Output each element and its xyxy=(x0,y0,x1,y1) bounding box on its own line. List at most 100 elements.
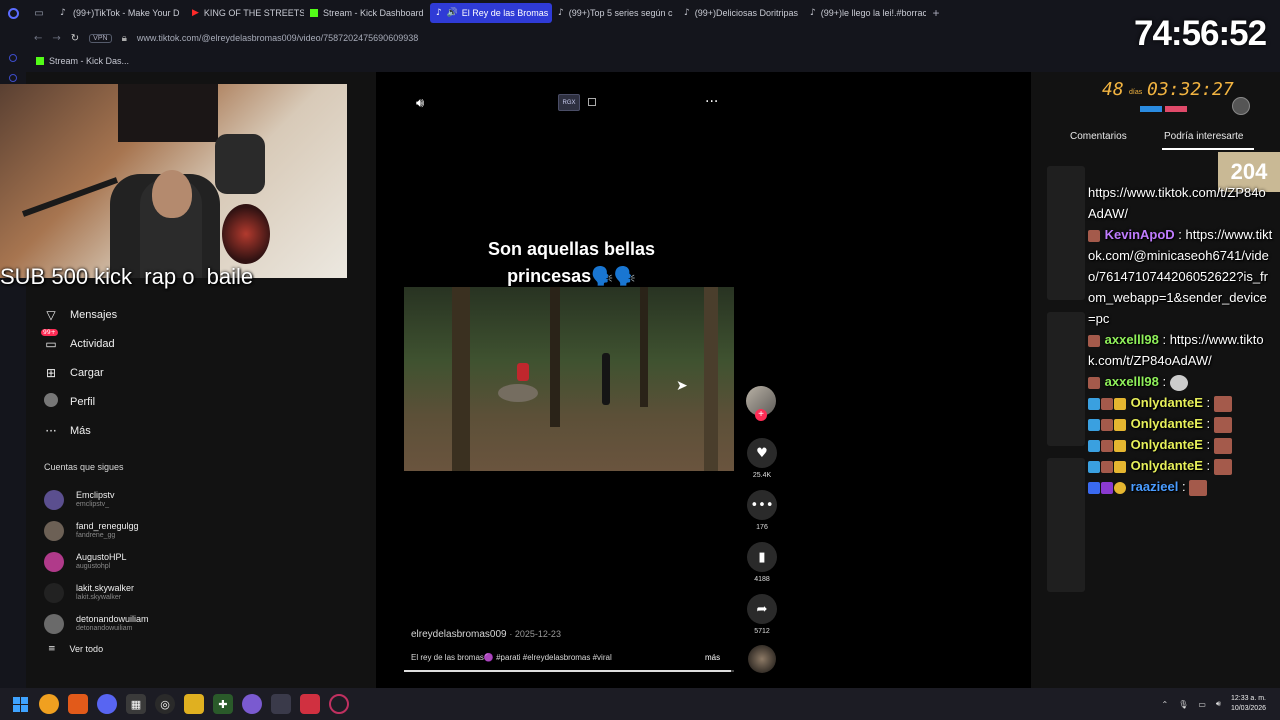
browser-tab[interactable]: ♪ (99+)Deliciosas Doritripas xyxy=(678,3,804,23)
opera-icon[interactable] xyxy=(329,694,349,714)
app-icon[interactable] xyxy=(39,694,59,714)
rock xyxy=(498,384,538,402)
follow-plus-icon[interactable]: + xyxy=(755,409,767,421)
rgx-extension-button[interactable]: RGX xyxy=(558,94,580,111)
sidebar-app-icon[interactable] xyxy=(9,54,17,62)
app-icon[interactable] xyxy=(242,694,262,714)
person-red xyxy=(517,363,529,381)
app-icon[interactable] xyxy=(300,694,320,714)
chat-message: https://www.tiktok.com/t/ZP84oAdAW/ xyxy=(1088,185,1266,221)
tree xyxy=(640,287,648,407)
comment-button[interactable]: ••• 176 xyxy=(746,490,778,531)
crown-icon xyxy=(1114,418,1126,431)
video-progress-bar[interactable] xyxy=(404,670,734,672)
emote-icon xyxy=(1213,416,1232,433)
avatar[interactable] xyxy=(1232,97,1250,115)
creator-avatar[interactable]: + xyxy=(746,386,776,421)
post-date: 2025-12-23 xyxy=(514,629,561,639)
webcam-overlay xyxy=(0,84,347,278)
browser-tab[interactable]: ♪ (99+)le llego la lei!.#borrac xyxy=(804,3,926,23)
browser-tab[interactable]: Stream - Kick Dashboard xyxy=(304,3,430,23)
author-name[interactable]: elreydelasbromas009 xyxy=(411,629,507,640)
browser-tab-active[interactable]: ♪ 🔊 El Rey de las Bromas xyxy=(430,3,552,23)
sidebar-item-mensajes[interactable]: ▽ Mensajes xyxy=(44,300,117,329)
app-icon[interactable] xyxy=(271,694,291,714)
following-item[interactable]: detonandowuiliam detonandowuiliam xyxy=(44,608,149,639)
tab-podria-interesarte[interactable]: Podría interesarte xyxy=(1164,131,1244,142)
bookmark-item[interactable]: Stream - Kick Das... xyxy=(49,56,129,66)
streamer-head xyxy=(152,170,192,218)
browser-tab[interactable]: ▶KING OF THE STREETS: W xyxy=(186,3,304,23)
sidebar-app-icon[interactable] xyxy=(9,74,17,82)
badge-icon xyxy=(1088,439,1100,452)
backpack xyxy=(215,134,265,194)
video-description: El rey de las bromas🟣 #parati #elreydela… xyxy=(411,653,612,662)
more-description-link[interactable]: más xyxy=(705,653,720,662)
gamepad-icon[interactable]: ✚ xyxy=(213,694,233,714)
windows-start-icon[interactable] xyxy=(10,694,30,714)
folder-icon[interactable] xyxy=(184,694,204,714)
like-button[interactable]: ♥ 25.4K xyxy=(746,438,778,479)
microphone-icon[interactable]: 🎙︎ xyxy=(1178,700,1188,709)
tiktok-icon: ♪ xyxy=(558,8,564,18)
following-item[interactable]: AugustoHPL augustohpl xyxy=(44,546,149,577)
wall-poster xyxy=(118,84,218,142)
following-item[interactable]: fand_renegulgg fandrene_gg xyxy=(44,515,149,546)
chat-message: OnlydanteE : xyxy=(1088,434,1273,455)
suggested-thumbnail[interactable] xyxy=(1047,166,1085,300)
browser-logo-icon[interactable] xyxy=(0,0,26,26)
bookmark-icon: ▮ xyxy=(747,542,777,572)
more-options-icon[interactable]: ··· xyxy=(705,94,718,110)
tab-comentarios[interactable]: Comentarios xyxy=(1070,131,1127,142)
url-field[interactable]: www.tiktok.com/@elreydelasbromas009/vide… xyxy=(137,33,418,43)
speaker-icon[interactable]: 🔊︎ xyxy=(1216,699,1221,709)
system-tray: ⌃ 🎙︎ ▭ 🔊︎ 12:33 a. m. 10/03/2026 xyxy=(1161,688,1266,720)
avatar xyxy=(44,613,64,634)
tab-overview-icon[interactable]: ▭ xyxy=(26,0,52,26)
chat-message: KevinApoD : https://www.tiktok.com/@mini… xyxy=(1088,227,1273,326)
coin-icon xyxy=(1114,481,1126,494)
kick-icon xyxy=(36,57,44,65)
following-list: Emclipstv emclipstv_ fand_renegulgg fandre… xyxy=(44,484,149,639)
sidebar-item-mas[interactable]: ··· Más xyxy=(44,416,117,445)
obs-icon[interactable]: ◎ xyxy=(155,694,175,714)
person-dark xyxy=(602,353,610,405)
tiktok-icon: ♪ xyxy=(684,8,690,18)
following-item[interactable]: Emclipstv emclipstv_ xyxy=(44,484,149,515)
crown-icon xyxy=(1114,439,1126,452)
save-button[interactable]: ▮ 4188 xyxy=(746,542,778,583)
browser-tab[interactable]: ♪ (99+)Top 5 series según c xyxy=(552,3,678,23)
network-icon[interactable]: ▭ xyxy=(1198,700,1206,709)
sidebar-item-perfil[interactable]: Perfil xyxy=(44,387,117,416)
picture-in-picture-icon[interactable] xyxy=(588,98,596,106)
forward-icon[interactable]: → xyxy=(52,33,60,44)
following-item[interactable]: lakit.skywalker lakit.skywalker xyxy=(44,577,149,608)
share-button[interactable]: ➦ 5712 xyxy=(746,594,778,635)
browser-tab[interactable]: ♪ (99+)TikTok - Make Your D xyxy=(52,3,186,23)
windows-taskbar: ▦ ◎ ✚ xyxy=(0,688,1280,720)
chat-message: axxelll98 : xyxy=(1088,371,1273,392)
sidebar-item-cargar[interactable]: ⊞ Cargar xyxy=(44,358,117,387)
chevron-up-icon[interactable]: ⌃ xyxy=(1161,700,1168,709)
music-disc-icon[interactable] xyxy=(748,645,776,673)
more-icon: ··· xyxy=(45,423,57,438)
see-all-link[interactable]: ≡ Ver todo xyxy=(48,644,103,654)
badge-icon xyxy=(1088,460,1100,473)
emote-icon xyxy=(1088,376,1100,389)
brave-icon[interactable] xyxy=(68,694,88,714)
back-icon[interactable]: ← xyxy=(34,33,42,44)
suggested-thumbnail[interactable] xyxy=(1047,458,1085,592)
volume-icon[interactable]: 🔊︎ xyxy=(416,96,424,111)
suggested-thumbnail[interactable] xyxy=(1047,312,1085,446)
reload-icon[interactable]: ↻ xyxy=(71,33,79,44)
discord-icon[interactable] xyxy=(97,694,117,714)
lock-icon[interactable]: 🔒︎ xyxy=(122,33,127,44)
vpn-badge[interactable]: VPN xyxy=(89,33,112,43)
sidebar-item-actividad[interactable]: ▭ 99+ Actividad xyxy=(41,328,117,358)
new-tab-button[interactable]: + xyxy=(926,6,946,20)
store-icon[interactable]: ▦ xyxy=(126,694,146,714)
speaker-icon[interactable]: 🔊 xyxy=(447,8,458,18)
badge-icon xyxy=(1088,481,1100,494)
badge-icon xyxy=(1088,418,1100,431)
clock[interactable]: 12:33 a. m. 10/03/2026 xyxy=(1231,694,1266,714)
